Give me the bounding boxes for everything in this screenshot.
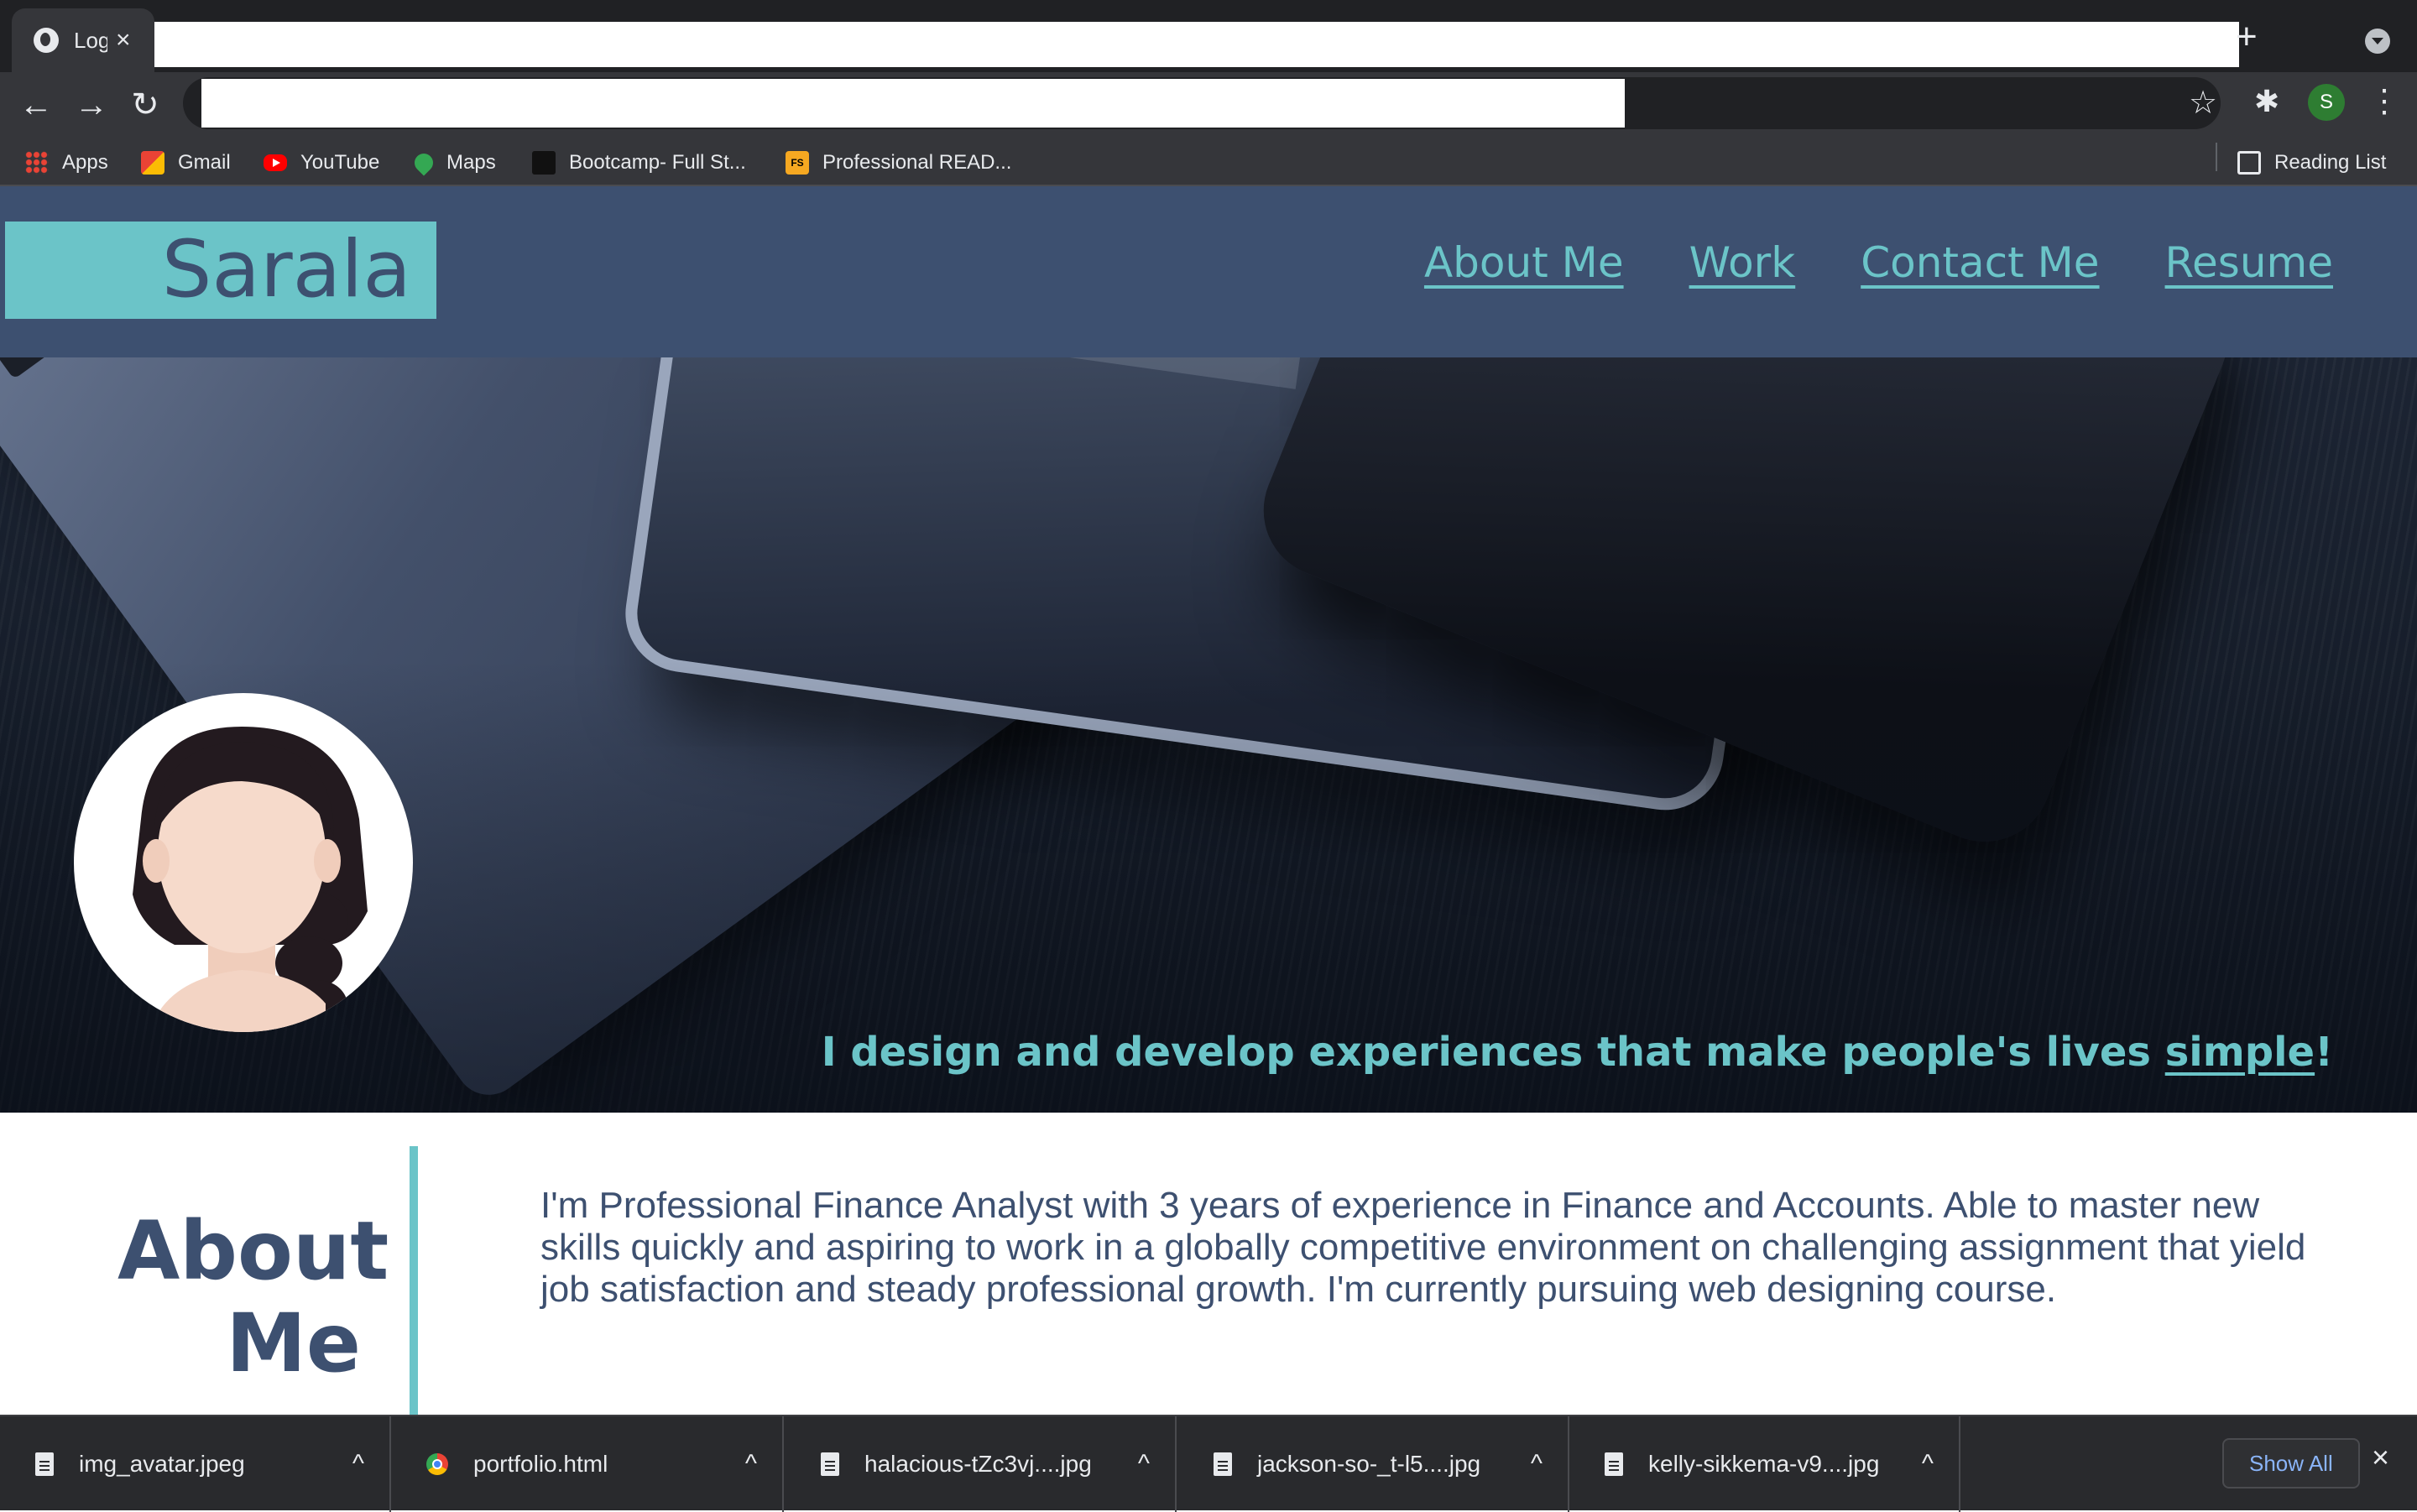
bookmark-label: Bootcamp- Full St... xyxy=(569,151,746,174)
about-section: About Me I'm Professional Finance Analys… xyxy=(0,1113,2417,1415)
profile-avatar-image xyxy=(74,693,413,1032)
download-item[interactable]: halacious-tZc3vj....jpg ^ xyxy=(786,1416,1177,1512)
avatar-illustration-icon xyxy=(133,727,368,1032)
tagline-link-simple[interactable]: simple xyxy=(2165,1029,2315,1076)
download-item[interactable]: jackson-so-_t-l5....jpg ^ xyxy=(1178,1416,1569,1512)
tab-search-button[interactable] xyxy=(2365,29,2390,54)
nav-resume-link[interactable]: Resume xyxy=(2165,238,2333,287)
profile-avatar[interactable]: S xyxy=(2308,84,2345,121)
bookmarks-bar: Apps Gmail YouTube Maps Bootcamp- Full S… xyxy=(0,139,2417,186)
download-filename: portfolio.html xyxy=(473,1451,608,1477)
globe-icon xyxy=(34,28,59,53)
browser-tab-strip: Logi × + xyxy=(0,0,2417,72)
hero-tagline: I design and develop experiences that ma… xyxy=(822,1029,2333,1076)
book-icon xyxy=(532,151,556,175)
site-header: Sarala About Me Work Contact Me Resume xyxy=(0,186,2417,357)
reading-list-icon xyxy=(2237,151,2261,175)
chevron-up-icon[interactable]: ^ xyxy=(1922,1450,1934,1478)
about-divider xyxy=(410,1146,418,1415)
site-logo[interactable]: Sarala xyxy=(5,222,436,319)
bookmark-maps[interactable]: Maps xyxy=(410,146,496,180)
apps-grid-icon xyxy=(25,151,49,175)
maps-pin-icon xyxy=(410,149,437,176)
download-filename: kelly-sikkema-v9....jpg xyxy=(1648,1451,1880,1477)
chevron-up-icon[interactable]: ^ xyxy=(352,1450,364,1478)
download-item[interactable]: portfolio.html ^ xyxy=(393,1416,784,1512)
reload-button[interactable]: ↻ xyxy=(124,84,166,126)
file-icon xyxy=(821,1452,839,1476)
download-filename: img_avatar.jpeg xyxy=(79,1451,245,1477)
bookmark-apps[interactable]: Apps xyxy=(25,146,108,180)
file-icon xyxy=(1214,1452,1232,1476)
download-item[interactable]: img_avatar.jpeg ^ xyxy=(0,1416,391,1512)
download-filename: halacious-tZc3vj....jpg xyxy=(864,1451,1092,1477)
tagline-text: I design and develop experiences that ma… xyxy=(821,1029,2165,1076)
tab-close-button[interactable]: × xyxy=(116,26,131,55)
close-icon[interactable]: × xyxy=(2372,1440,2389,1475)
hero-banner: I design and develop experiences that ma… xyxy=(0,357,2417,1113)
chevron-up-icon[interactable]: ^ xyxy=(1531,1450,1543,1478)
reading-list-button[interactable]: Reading List xyxy=(2237,146,2386,180)
download-item[interactable]: kelly-sikkema-v9....jpg ^ xyxy=(1569,1416,1960,1512)
bookmark-label: Maps xyxy=(446,151,496,174)
file-icon xyxy=(1605,1452,1623,1476)
bookmarks-divider xyxy=(2216,143,2217,171)
bookmark-label: Professional READ... xyxy=(822,151,1012,174)
extensions-icon[interactable]: ✱ xyxy=(2254,84,2279,119)
bookmark-label: YouTube xyxy=(300,151,380,174)
chrome-file-icon xyxy=(426,1453,448,1475)
nav-work-link[interactable]: Work xyxy=(1689,238,1796,287)
tab-title: Logi xyxy=(74,27,107,53)
file-icon xyxy=(35,1452,54,1476)
nav-about-me-link[interactable]: About Me xyxy=(1424,238,1624,287)
bookmark-label: Gmail xyxy=(178,151,231,174)
hero-shade xyxy=(0,357,2417,1113)
site-nav: About Me Work Contact Me Resume xyxy=(1424,238,2333,287)
about-heading-line2: Me xyxy=(226,1296,361,1390)
new-tab-button[interactable]: + xyxy=(2236,18,2258,55)
nav-contact-me-link[interactable]: Contact Me xyxy=(1861,238,2099,287)
gmail-icon xyxy=(141,151,164,175)
bookmark-youtube[interactable]: YouTube xyxy=(264,146,379,180)
bookmark-star-icon[interactable]: ☆ xyxy=(2189,84,2217,122)
bookmark-gmail[interactable]: Gmail xyxy=(141,146,231,180)
browser-toolbar: ← → ↻ ☆ ✱ S ⋮ xyxy=(0,72,2417,139)
downloads-shelf: img_avatar.jpeg ^ portfolio.html ^ halac… xyxy=(0,1415,2417,1512)
about-heading-line1: About xyxy=(117,1204,389,1298)
chevron-up-icon[interactable]: ^ xyxy=(1138,1450,1150,1478)
redacted-area xyxy=(154,22,2239,67)
tagline-punctuation: ! xyxy=(2315,1029,2333,1076)
bookmark-label: Apps xyxy=(62,151,108,174)
forward-button[interactable]: → xyxy=(70,84,112,126)
bookmark-readme[interactable]: FS Professional READ... xyxy=(786,146,1011,180)
redacted-url xyxy=(201,79,1625,128)
browser-tab[interactable]: Logi × xyxy=(12,8,154,72)
about-paragraph: I'm Professional Finance Analyst with 3 … xyxy=(540,1185,2306,1310)
bookmark-label: Reading List xyxy=(2274,151,2387,174)
youtube-icon xyxy=(264,154,287,171)
show-all-downloads-button[interactable]: Show All xyxy=(2222,1438,2360,1489)
browser-menu-button[interactable]: ⋮ xyxy=(2368,82,2400,120)
download-filename: jackson-so-_t-l5....jpg xyxy=(1257,1451,1481,1477)
fs-logo-icon: FS xyxy=(786,151,809,175)
chevron-up-icon[interactable]: ^ xyxy=(745,1450,757,1478)
about-heading: About Me xyxy=(117,1205,389,1390)
back-button[interactable]: ← xyxy=(15,84,57,126)
bookmark-bootcamp[interactable]: Bootcamp- Full St... xyxy=(532,146,746,180)
